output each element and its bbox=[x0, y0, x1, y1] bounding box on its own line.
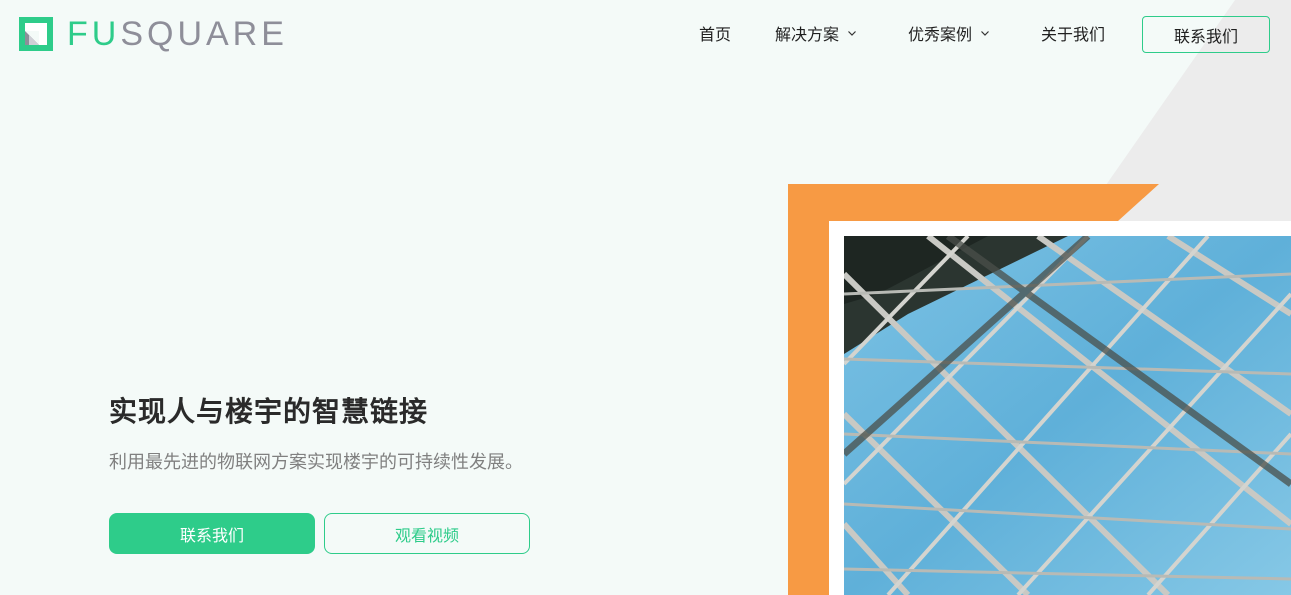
nav-item-home[interactable]: 首页 bbox=[699, 22, 731, 44]
main-nav: 首页 解决方案 优秀案例 关于我们 bbox=[0, 22, 1291, 46]
contact-us-button[interactable]: 联系我们 bbox=[1142, 16, 1270, 53]
site-header: FUSQUARE 首页 解决方案 优秀案例 关于我们 联系我们 bbox=[0, 0, 1291, 68]
chevron-down-icon bbox=[981, 31, 989, 36]
nav-item-label: 解决方案 bbox=[775, 25, 840, 44]
nav-item-solutions[interactable]: 解决方案 bbox=[775, 22, 857, 44]
hero-contact-button[interactable]: 联系我们 bbox=[109, 513, 315, 554]
nav-item-label: 首页 bbox=[699, 25, 732, 44]
hero-subtitle: 利用最先进的物联网方案实现楼宇的可持续性发展。 bbox=[109, 452, 523, 473]
chevron-down-icon bbox=[848, 31, 856, 36]
nav-item-cases[interactable]: 优秀案例 bbox=[908, 22, 990, 44]
watch-video-button[interactable]: 观看视频 bbox=[324, 513, 530, 554]
hero-image bbox=[788, 184, 1291, 595]
nav-item-label: 关于我们 bbox=[1041, 25, 1106, 44]
nav-item-label: 优秀案例 bbox=[908, 25, 973, 44]
skylight-photo bbox=[844, 236, 1291, 595]
hero-title: 实现人与楼宇的智慧链接 bbox=[109, 395, 429, 428]
nav-item-about[interactable]: 关于我们 bbox=[1041, 22, 1105, 44]
